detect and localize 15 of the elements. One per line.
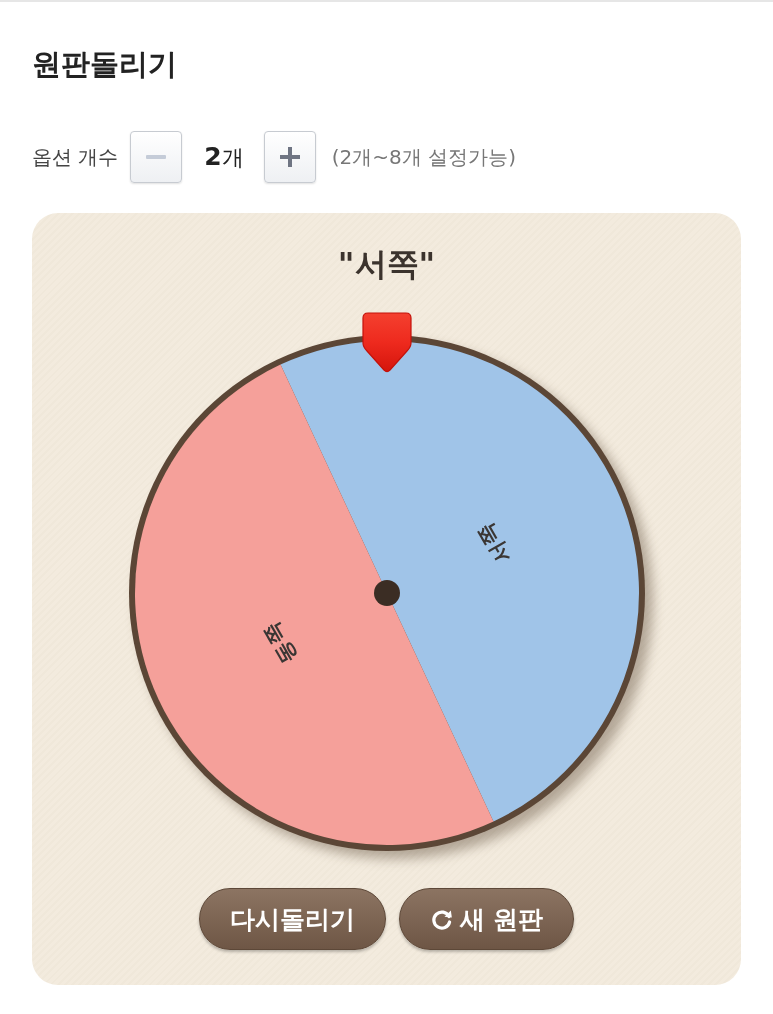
page-title: 원판돌리기	[32, 46, 177, 83]
segment-label: 동쪽	[258, 618, 301, 668]
minus-icon	[146, 155, 167, 159]
pointer-icon	[361, 312, 412, 373]
option-count-value: 2개	[204, 141, 244, 173]
new-wheel-button[interactable]: 새 원판	[398, 888, 575, 950]
plus-icon	[279, 147, 300, 167]
increment-button[interactable]	[263, 131, 316, 183]
result-text: "서쪽"	[337, 244, 436, 285]
spin-again-button[interactable]: 다시돌리기	[198, 888, 386, 950]
range-hint: (2개~8개 설정가능)	[331, 143, 516, 171]
refresh-icon	[429, 907, 454, 931]
segment-label: 서쪽	[472, 518, 515, 568]
option-count-label: 옵션 개수	[32, 143, 119, 171]
center-pin-icon	[373, 580, 400, 606]
